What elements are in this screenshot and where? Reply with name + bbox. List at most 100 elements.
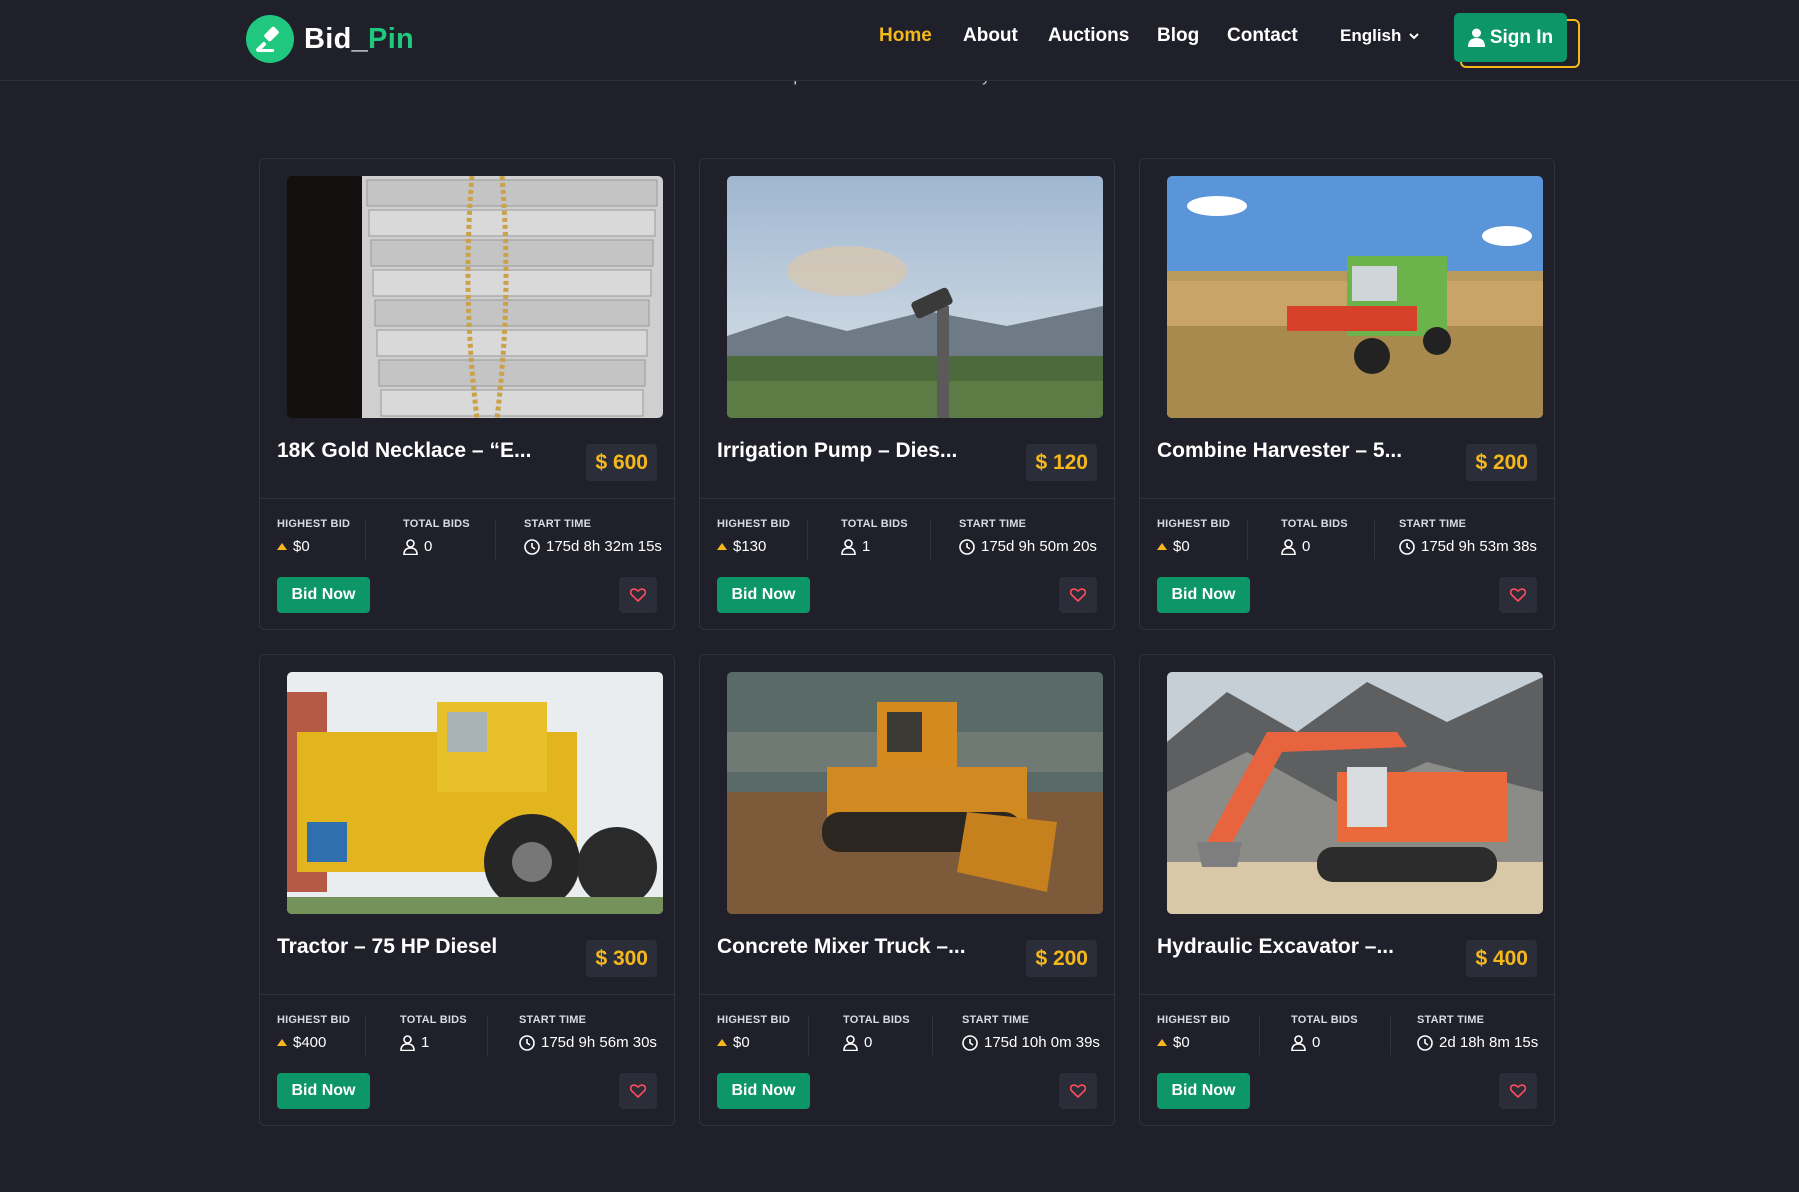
total-bids-label: TOTAL BIDS (400, 1014, 467, 1026)
total-bids-label: TOTAL BIDS (841, 518, 908, 530)
sign-in-button[interactable]: Sign In (1454, 13, 1567, 62)
user-outline-icon (1291, 1034, 1306, 1051)
stat-separator (1390, 1015, 1391, 1055)
heart-icon (1510, 588, 1526, 602)
total-bids-value: 0 (1312, 1034, 1321, 1051)
card-divider (260, 994, 674, 995)
start-time-value: 175d 8h 32m 15s (546, 538, 662, 555)
auction-title[interactable]: Combine Harvester – 5... (1157, 439, 1412, 463)
total-bids-label: TOTAL BIDS (403, 518, 470, 530)
total-bids-stat: TOTAL BIDS 0 (403, 518, 470, 555)
clock-icon (519, 1034, 535, 1051)
logo[interactable]: Bid_Pin (246, 15, 414, 63)
highest-bid-stat: HIGHEST BID $130 (717, 518, 790, 555)
favorite-button[interactable] (619, 1073, 657, 1109)
highest-bid-label: HIGHEST BID (277, 518, 351, 530)
site-header: Bid_Pin Home About Auctions Blog Contact… (0, 0, 1799, 81)
highest-bid-label: HIGHEST BID (717, 518, 791, 530)
stat-separator (1259, 1015, 1260, 1055)
price-badge: $ 200 (1466, 444, 1537, 481)
chevron-down-icon (1409, 32, 1420, 39)
total-bids-label: TOTAL BIDS (1281, 518, 1348, 530)
nav-blog[interactable]: Blog (1157, 25, 1199, 47)
auction-card: Tractor – 75 HP Diesel $ 300 HIGHEST BID… (259, 654, 675, 1126)
auction-card: Irrigation Pump – Dies... $ 120 HIGHEST … (699, 158, 1115, 630)
auction-title[interactable]: 18K Gold Necklace – “E... (277, 439, 532, 463)
start-time-stat: START TIME 175d 9h 50m 20s (959, 518, 1097, 555)
highest-bid-stat: HIGHEST BID $0 (1157, 1014, 1230, 1051)
auction-title[interactable]: Hydraulic Excavator –... (1157, 935, 1412, 959)
stat-separator (1247, 519, 1248, 559)
start-time-label: START TIME (1399, 518, 1467, 530)
favorite-button[interactable] (1059, 577, 1097, 613)
nav-home[interactable]: Home (879, 25, 932, 47)
highest-bid-value: $0 (1173, 1034, 1190, 1051)
favorite-button[interactable] (1499, 1073, 1537, 1109)
auction-image[interactable] (727, 672, 1103, 914)
language-selector[interactable]: English (1340, 26, 1420, 46)
favorite-button[interactable] (1059, 1073, 1097, 1109)
bid-now-button[interactable]: Bid Now (277, 577, 370, 613)
auction-title[interactable]: Tractor – 75 HP Diesel (277, 935, 532, 959)
user-outline-icon (400, 1034, 415, 1051)
start-time-stat: START TIME 2d 18h 8m 15s (1417, 1014, 1538, 1051)
price-badge: $ 200 (1026, 940, 1097, 977)
user-outline-icon (841, 538, 856, 555)
auction-title[interactable]: Concrete Mixer Truck –... (717, 935, 972, 959)
start-time-stat: START TIME 175d 9h 53m 38s (1399, 518, 1537, 555)
stat-separator (365, 519, 366, 559)
bid-now-button[interactable]: Bid Now (1157, 577, 1250, 613)
favorite-button[interactable] (1499, 577, 1537, 613)
clock-icon (1417, 1034, 1433, 1051)
total-bids-value: 0 (424, 538, 433, 555)
stat-separator (1374, 519, 1375, 559)
highest-bid-value: $0 (1173, 538, 1190, 555)
auction-image[interactable] (1167, 176, 1543, 418)
stat-separator (808, 1015, 809, 1055)
start-time-value: 2d 18h 8m 15s (1439, 1034, 1539, 1051)
auction-image[interactable] (287, 176, 663, 418)
start-time-value: 175d 10h 0m 39s (984, 1034, 1100, 1051)
total-bids-stat: TOTAL BIDS 0 (1281, 518, 1348, 555)
user-outline-icon (1281, 538, 1296, 555)
card-divider (1140, 498, 1554, 499)
heart-icon (1070, 1084, 1086, 1098)
nav-about[interactable]: About (963, 25, 1018, 47)
total-bids-value: 1 (421, 1034, 430, 1051)
arrow-up-icon (717, 1039, 727, 1046)
highest-bid-value: $130 (733, 538, 767, 555)
start-time-label: START TIME (519, 1014, 587, 1026)
total-bids-stat: TOTAL BIDS 1 (841, 518, 908, 555)
start-time-stat: START TIME 175d 10h 0m 39s (962, 1014, 1100, 1051)
bid-now-button[interactable]: Bid Now (717, 1073, 810, 1109)
auction-image[interactable] (727, 176, 1103, 418)
start-time-value: 175d 9h 50m 20s (981, 538, 1097, 555)
sign-in-label: Sign In (1489, 26, 1554, 48)
nav-contact[interactable]: Contact (1227, 25, 1298, 47)
bid-now-button[interactable]: Bid Now (277, 1073, 370, 1109)
bid-now-button[interactable]: Bid Now (1157, 1073, 1250, 1109)
total-bids-value: 0 (1302, 538, 1311, 555)
heart-icon (630, 1084, 646, 1098)
highest-bid-stat: HIGHEST BID $0 (717, 1014, 790, 1051)
excavator-image (1167, 672, 1543, 914)
card-divider (700, 498, 1114, 499)
arrow-up-icon (717, 543, 727, 550)
auction-image[interactable] (1167, 672, 1543, 914)
price-badge: $ 400 (1466, 940, 1537, 977)
bid-now-button[interactable]: Bid Now (717, 577, 810, 613)
highest-bid-label: HIGHEST BID (717, 1014, 791, 1026)
start-time-stat: START TIME 175d 9h 56m 30s (519, 1014, 657, 1051)
auction-title[interactable]: Irrigation Pump – Dies... (717, 439, 972, 463)
card-divider (700, 994, 1114, 995)
highest-bid-stat: HIGHEST BID $400 (277, 1014, 350, 1051)
auction-image[interactable] (287, 672, 663, 914)
start-time-label: START TIME (1417, 1014, 1485, 1026)
price-badge: $ 120 (1026, 444, 1097, 481)
favorite-button[interactable] (619, 577, 657, 613)
arrow-up-icon (1157, 1039, 1167, 1046)
nav-auctions[interactable]: Auctions (1048, 25, 1129, 47)
clock-icon (962, 1034, 978, 1051)
highest-bid-label: HIGHEST BID (1157, 1014, 1231, 1026)
irrigation-sprinkler-image (727, 176, 1103, 418)
